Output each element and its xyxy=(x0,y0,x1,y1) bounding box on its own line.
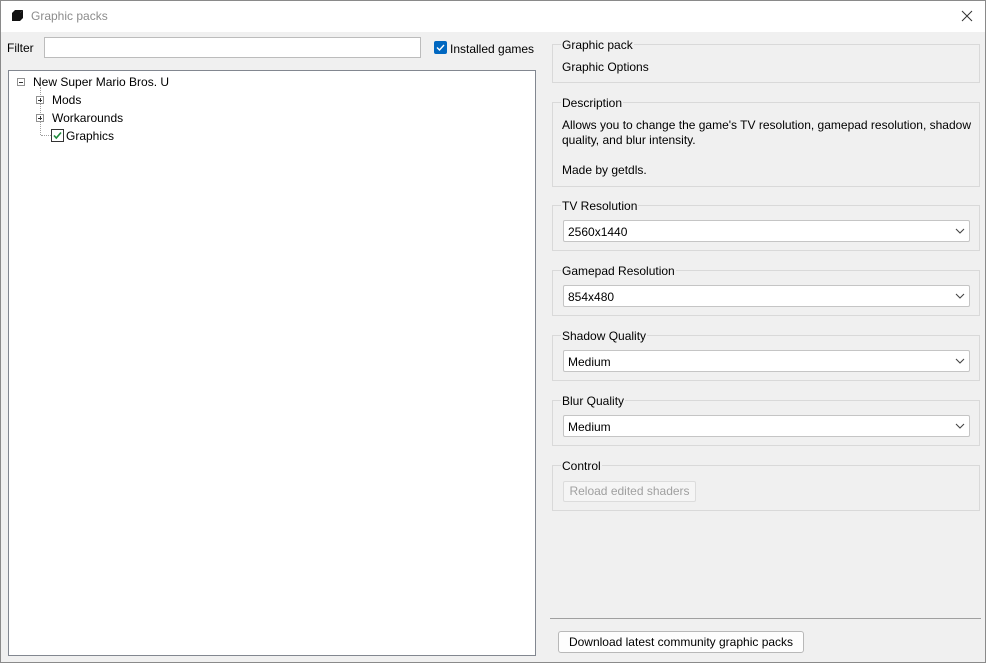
chevron-down-icon xyxy=(955,293,965,299)
description-line-1: Allows you to change the game's TV resol… xyxy=(562,118,971,132)
checkmark-icon xyxy=(436,44,445,52)
tree-connector xyxy=(40,87,41,135)
expand-icon[interactable] xyxy=(36,96,44,104)
chevron-down-icon xyxy=(955,358,965,364)
expand-icon[interactable] xyxy=(36,114,44,122)
filter-label: Filter xyxy=(7,41,34,55)
installed-games-checkbox[interactable] xyxy=(434,41,447,54)
tv-resolution-select[interactable]: 2560x1440 xyxy=(563,220,970,242)
tree-item-label: Graphics xyxy=(66,129,115,143)
tv-resolution-value: 2560x1440 xyxy=(568,225,628,239)
blur-quality-value: Medium xyxy=(568,420,611,434)
tree-item-label: Mods xyxy=(52,93,82,107)
chevron-down-icon xyxy=(955,423,965,429)
collapse-icon[interactable] xyxy=(17,78,25,86)
graphic-pack-name: Graphic Options xyxy=(562,60,649,74)
close-icon xyxy=(961,10,973,22)
download-graphic-packs-button[interactable]: Download latest community graphic packs xyxy=(558,631,804,653)
tree-item-label: Workarounds xyxy=(52,111,124,125)
description-label: Description xyxy=(561,96,624,110)
blur-quality-label: Blur Quality xyxy=(561,394,626,408)
tree-connector xyxy=(41,135,51,136)
window-title: Graphic packs xyxy=(31,9,108,23)
control-label: Control xyxy=(561,459,602,473)
shadow-quality-value: Medium xyxy=(568,355,611,369)
app-icon xyxy=(12,10,23,21)
shadow-quality-label: Shadow Quality xyxy=(561,329,648,343)
shadow-quality-select[interactable]: Medium xyxy=(563,350,970,372)
reload-edited-shaders-button[interactable]: Reload edited shaders xyxy=(563,481,696,502)
filter-input[interactable] xyxy=(44,37,421,58)
installed-games-label[interactable]: Installed games xyxy=(450,42,534,56)
chevron-down-icon xyxy=(955,228,965,234)
divider xyxy=(550,618,981,619)
description-author: Made by getdls. xyxy=(562,163,647,177)
graphics-pack-checkbox[interactable] xyxy=(51,129,64,142)
tree-item-label: New Super Mario Bros. U xyxy=(33,75,170,89)
gamepad-resolution-value: 854x480 xyxy=(568,290,615,304)
gamepad-resolution-select[interactable]: 854x480 xyxy=(563,285,970,307)
title-bar: Graphic packs xyxy=(1,1,985,32)
checkmark-icon xyxy=(53,131,62,140)
graphic-packs-tree[interactable]: New Super Mario Bros. U Mods Workarounds… xyxy=(8,70,536,656)
graphic-packs-window: Graphic packs Filter Installed games New… xyxy=(0,0,986,663)
gamepad-resolution-label: Gamepad Resolution xyxy=(561,264,676,278)
blur-quality-select[interactable]: Medium xyxy=(563,415,970,437)
graphic-pack-label: Graphic pack xyxy=(561,38,634,52)
close-button[interactable] xyxy=(955,4,979,28)
tv-resolution-label: TV Resolution xyxy=(561,199,639,213)
description-line-2: quality, and blur intensity. xyxy=(562,133,696,147)
